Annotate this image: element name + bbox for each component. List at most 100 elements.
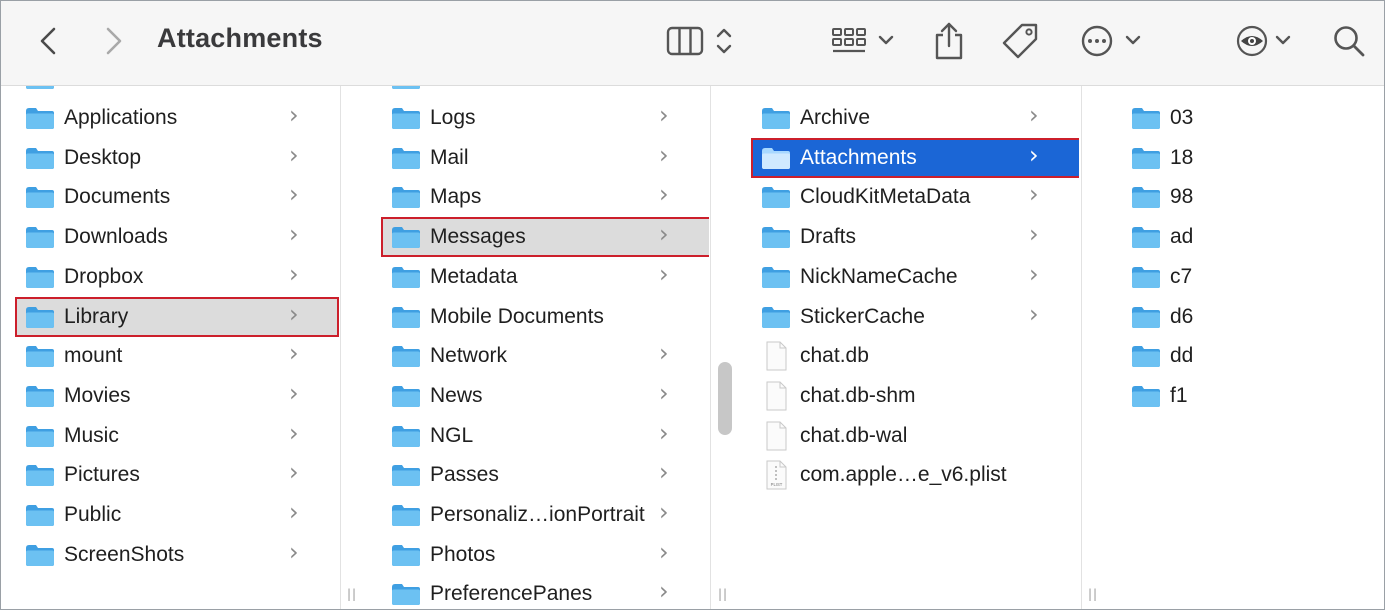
column-2-item[interactable]: Metadata › — [383, 259, 709, 295]
chevron-right-icon: › — [289, 339, 299, 367]
item-label: dd — [1170, 344, 1194, 367]
column-4-item[interactable]: 03 — [1123, 100, 1383, 136]
column-1-item[interactable]: Dropbox › — [17, 259, 337, 295]
column-2-item[interactable]: News › — [383, 378, 709, 414]
chevron-right-icon: › — [289, 538, 299, 566]
chevron-right-icon: › — [1029, 220, 1039, 248]
column-3-item[interactable]: Archive › — [753, 100, 1079, 136]
column-2-item[interactable]: Mail › — [383, 140, 709, 176]
folder-icon — [1131, 145, 1161, 171]
folder-icon — [391, 542, 421, 568]
column-1-item[interactable]: Desktop › — [17, 140, 337, 176]
column-3-item[interactable]: chat.db — [753, 338, 1079, 374]
column-2-item[interactable]: Photos › — [383, 537, 709, 573]
column-resize-handle[interactable]: || — [1088, 587, 1098, 601]
item-label: chat.db — [800, 344, 869, 367]
column-1-item[interactable]: Music › — [17, 418, 337, 454]
column-1-item[interactable]: Applications › — [17, 100, 337, 136]
folder-icon — [25, 304, 55, 330]
column-4-item[interactable]: f1 — [1123, 378, 1383, 414]
share-button[interactable] — [931, 21, 967, 61]
column-3[interactable]: Archive › Attachments › CloudKitMetaData › Dra… — [737, 86, 1079, 609]
column-1-item[interactable]: Pictures › — [17, 457, 337, 493]
column-3-item[interactable]: chat.db-wal — [753, 418, 1079, 454]
column-1-item[interactable]: ScreenShots › — [17, 537, 337, 573]
column-3-item[interactable]: CloudKitMetaData › — [753, 179, 1079, 215]
search-button[interactable] — [1331, 21, 1367, 61]
folder-icon — [391, 383, 421, 409]
column-2-item[interactable]: Maps › — [383, 179, 709, 215]
chevron-left-icon — [40, 27, 56, 55]
column-divider[interactable] — [1081, 86, 1082, 609]
column-2-item[interactable]: Personaliz…ionPortrait › — [383, 497, 709, 533]
item-label: chat.db-wal — [800, 424, 908, 447]
column-2-item[interactable]: Mobile Documents — [383, 299, 709, 335]
group-button[interactable] — [829, 21, 899, 61]
chevron-right-icon: › — [289, 220, 299, 248]
column-3-item[interactable]: PLIST com.apple…e_v6.plist — [753, 457, 1079, 493]
column-1-item[interactable]: Public › — [17, 497, 337, 533]
column-resize-handle[interactable]: || — [718, 587, 728, 601]
back-button[interactable] — [31, 21, 65, 61]
quicklook-button[interactable] — [1235, 21, 1299, 61]
column-4-item[interactable]: 98 — [1123, 179, 1383, 215]
folder-icon — [391, 86, 421, 91]
column-3-item[interactable]: StickerCache › — [753, 299, 1079, 335]
folder-icon — [761, 264, 791, 290]
column-4-item[interactable]: 18 — [1123, 140, 1383, 176]
document-icon — [761, 381, 791, 411]
column-resize-handle[interactable]: || — [347, 587, 357, 601]
chevron-right-icon: › — [659, 141, 669, 169]
column-3-item[interactable]: Drafts › — [753, 219, 1079, 255]
column-divider[interactable] — [340, 86, 341, 609]
column-4-item[interactable]: dd — [1123, 338, 1383, 374]
item-label: Music — [64, 424, 119, 447]
column-3-item[interactable]: NickNameCache › — [753, 259, 1079, 295]
column-1-item[interactable]: mount › — [17, 338, 337, 374]
tag-button[interactable] — [1001, 21, 1041, 61]
chevron-right-icon: › — [659, 260, 669, 288]
column-2-item[interactable]: Passes › — [383, 457, 709, 493]
column-divider[interactable] — [710, 86, 711, 609]
ellipsis-circle-icon — [1081, 25, 1141, 57]
item-label: Documents — [64, 185, 171, 208]
column-1-item[interactable]: Downloads › — [17, 219, 337, 255]
column-2-scrollbar[interactable] — [718, 362, 732, 435]
window-title: Attachments — [157, 23, 323, 53]
chevron-right-icon: › — [289, 379, 299, 407]
column-2-item[interactable]: Messages › — [383, 219, 709, 255]
chevron-right-icon: › — [659, 419, 669, 447]
column-1[interactable]: Applications › Desktop › Documents › Downloads… — [1, 86, 339, 609]
folder-icon — [25, 86, 55, 91]
column-1-item[interactable]: Documents › — [17, 179, 337, 215]
column-4-item[interactable]: d6 — [1123, 299, 1383, 335]
search-icon — [1334, 26, 1365, 57]
column-2-item[interactable]: PreferencePanes › — [383, 576, 709, 609]
view-mode-button[interactable] — [665, 21, 741, 61]
column-4-item[interactable]: c7 — [1123, 259, 1383, 295]
column-3-item[interactable]: chat.db-shm — [753, 378, 1079, 414]
eye-icon — [1236, 25, 1291, 57]
column-3-item[interactable]: Attachments › — [753, 140, 1079, 176]
folder-icon — [391, 224, 421, 250]
chevron-right-icon: › — [1029, 141, 1039, 169]
column-2-item[interactable]: Logs › — [383, 100, 709, 136]
column-2[interactable]: Logs › Mail › Maps › Messages › Metadata › Mobile … — [367, 86, 709, 609]
chevron-right-icon: › — [659, 339, 669, 367]
chevron-right-icon: › — [289, 300, 299, 328]
folder-icon — [391, 423, 421, 449]
column-4[interactable]: 03 18 98 ad c7 d6 dd f1 — [1107, 86, 1384, 609]
column-2-item[interactable]: Network › — [383, 338, 709, 374]
column-2-item[interactable]: NGL › — [383, 418, 709, 454]
column-1-item[interactable]: Library › — [17, 299, 337, 335]
forward-button[interactable] — [97, 21, 131, 61]
grid-icon — [832, 28, 894, 53]
item-label: Logs — [430, 106, 476, 129]
item-label: Maps — [430, 185, 482, 208]
column-1-item[interactable]: Movies › — [17, 378, 337, 414]
folder-icon — [1131, 343, 1161, 369]
scrolled-offscreen-row — [17, 86, 337, 96]
column-4-item[interactable]: ad — [1123, 219, 1383, 255]
svg-text:PLIST: PLIST — [771, 482, 783, 487]
more-actions-button[interactable] — [1079, 21, 1145, 61]
